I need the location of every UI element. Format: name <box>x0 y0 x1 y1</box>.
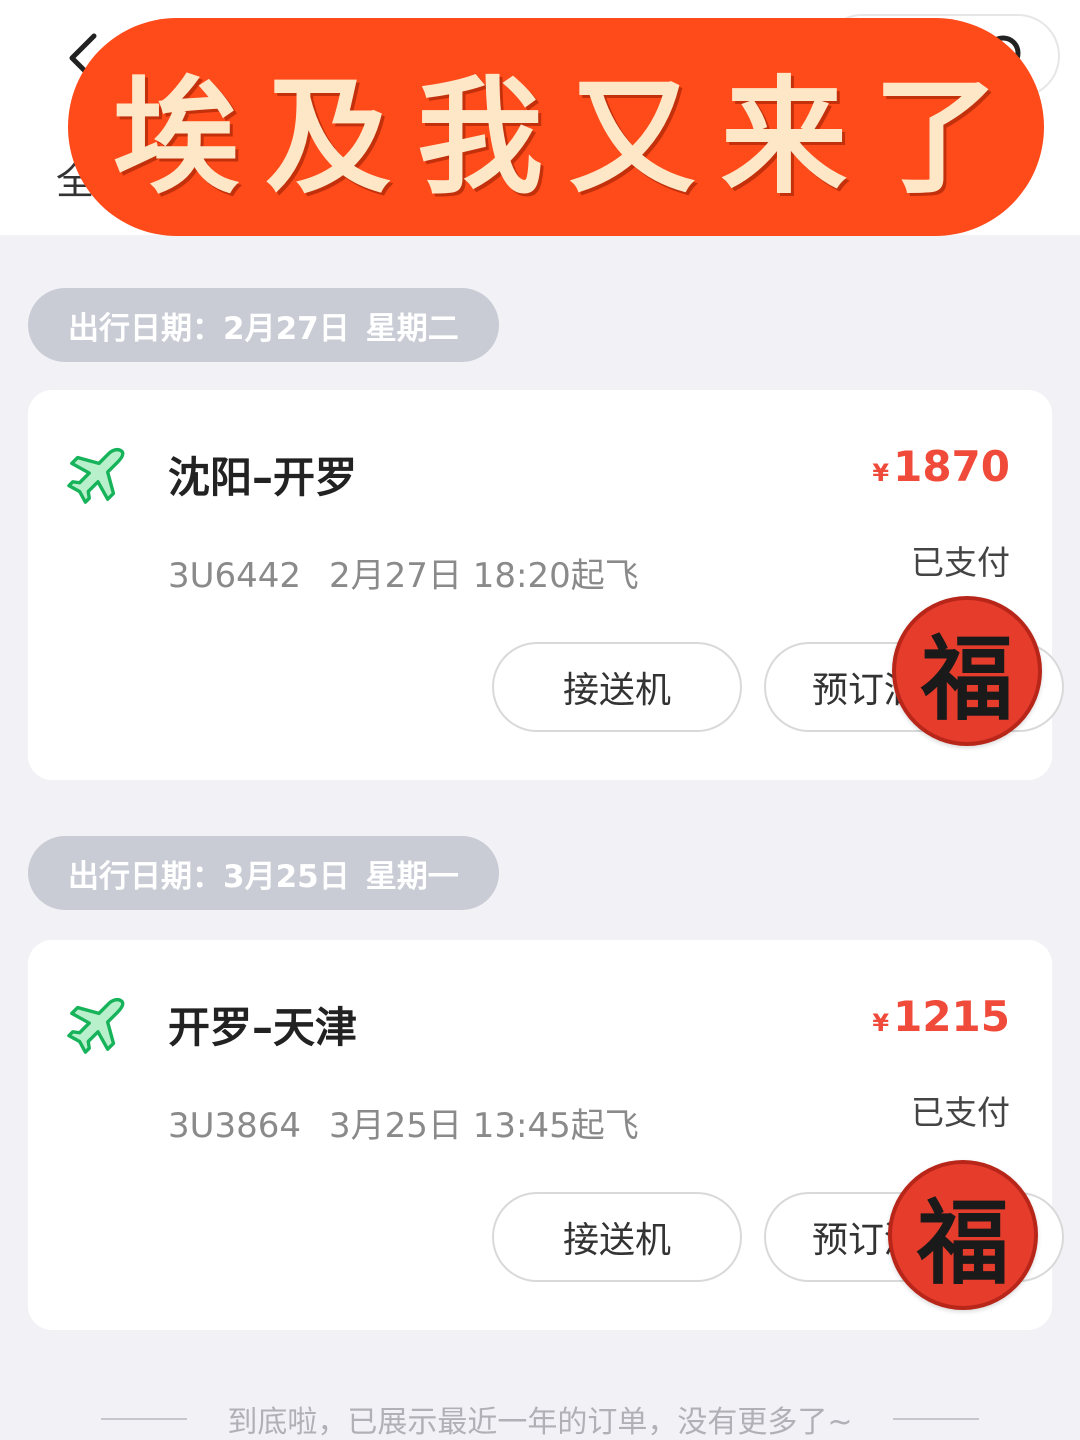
flight-info: 3U6442 2月27日 18:20起飞 <box>168 548 639 597</box>
currency-symbol: ¥ <box>872 1009 890 1037</box>
order-card[interactable]: 沈阳–开罗 ¥1870 3U6442 2月27日 18:20起飞 已支付 接送机 … <box>28 390 1064 780</box>
order-list-page: 全 埃及我又来了 出行日期： 2月27日 星期二 沈阳–开罗 ¥1870 3U6… <box>0 0 1080 1440</box>
route-title: 开罗–天津 <box>168 1003 358 1052</box>
divider-line <box>892 1418 979 1420</box>
date-value: 2月27日 <box>223 310 350 347</box>
payment-status: 已支付 <box>911 543 1010 582</box>
weekday: 星期二 <box>365 310 459 347</box>
airport-transfer-button[interactable]: 接送机 <box>492 642 742 732</box>
fu-sticker: 福 <box>892 596 1042 746</box>
departure-time: 2月27日 18:20起飞 <box>329 556 639 596</box>
fu-sticker: 福 <box>888 1160 1038 1310</box>
title-banner: 埃及我又来了 <box>68 18 1044 236</box>
flight-number: 3U3864 <box>168 1106 302 1146</box>
date-pill: 出行日期： 3月25日 星期一 <box>28 836 499 910</box>
date-label: 出行日期： <box>68 858 223 895</box>
weekday: 星期一 <box>365 858 459 895</box>
date-pill: 出行日期： 2月27日 星期二 <box>28 288 499 362</box>
flight-number: 3U6442 <box>168 556 302 596</box>
footer-text: 到底啦，已展示最近一年的订单，没有更多了~ <box>227 1405 853 1440</box>
flight-info: 3U3864 3月25日 13:45起飞 <box>168 1098 639 1147</box>
payment-status: 已支付 <box>911 1093 1010 1132</box>
fu-character: 福 <box>920 624 1013 733</box>
route-title: 沈阳–开罗 <box>168 453 358 502</box>
date-value: 3月25日 <box>223 858 350 895</box>
date-label: 出行日期： <box>68 310 223 347</box>
airplane-icon <box>67 997 125 1054</box>
currency-symbol: ¥ <box>872 459 890 487</box>
price-value: 1870 <box>893 442 1010 491</box>
airplane-icon <box>67 447 125 504</box>
divider-line <box>101 1418 188 1420</box>
price-value: 1215 <box>893 992 1010 1041</box>
airport-transfer-button[interactable]: 接送机 <box>492 1192 742 1282</box>
price: ¥1215 <box>872 992 1010 1041</box>
price: ¥1870 <box>872 442 1010 491</box>
fu-character: 福 <box>916 1188 1009 1297</box>
departure-time: 3月25日 13:45起飞 <box>329 1106 639 1146</box>
banner-title: 埃及我又来了 <box>113 63 1025 211</box>
list-end-footer: 到底啦，已展示最近一年的订单，没有更多了~ <box>0 1398 1080 1440</box>
